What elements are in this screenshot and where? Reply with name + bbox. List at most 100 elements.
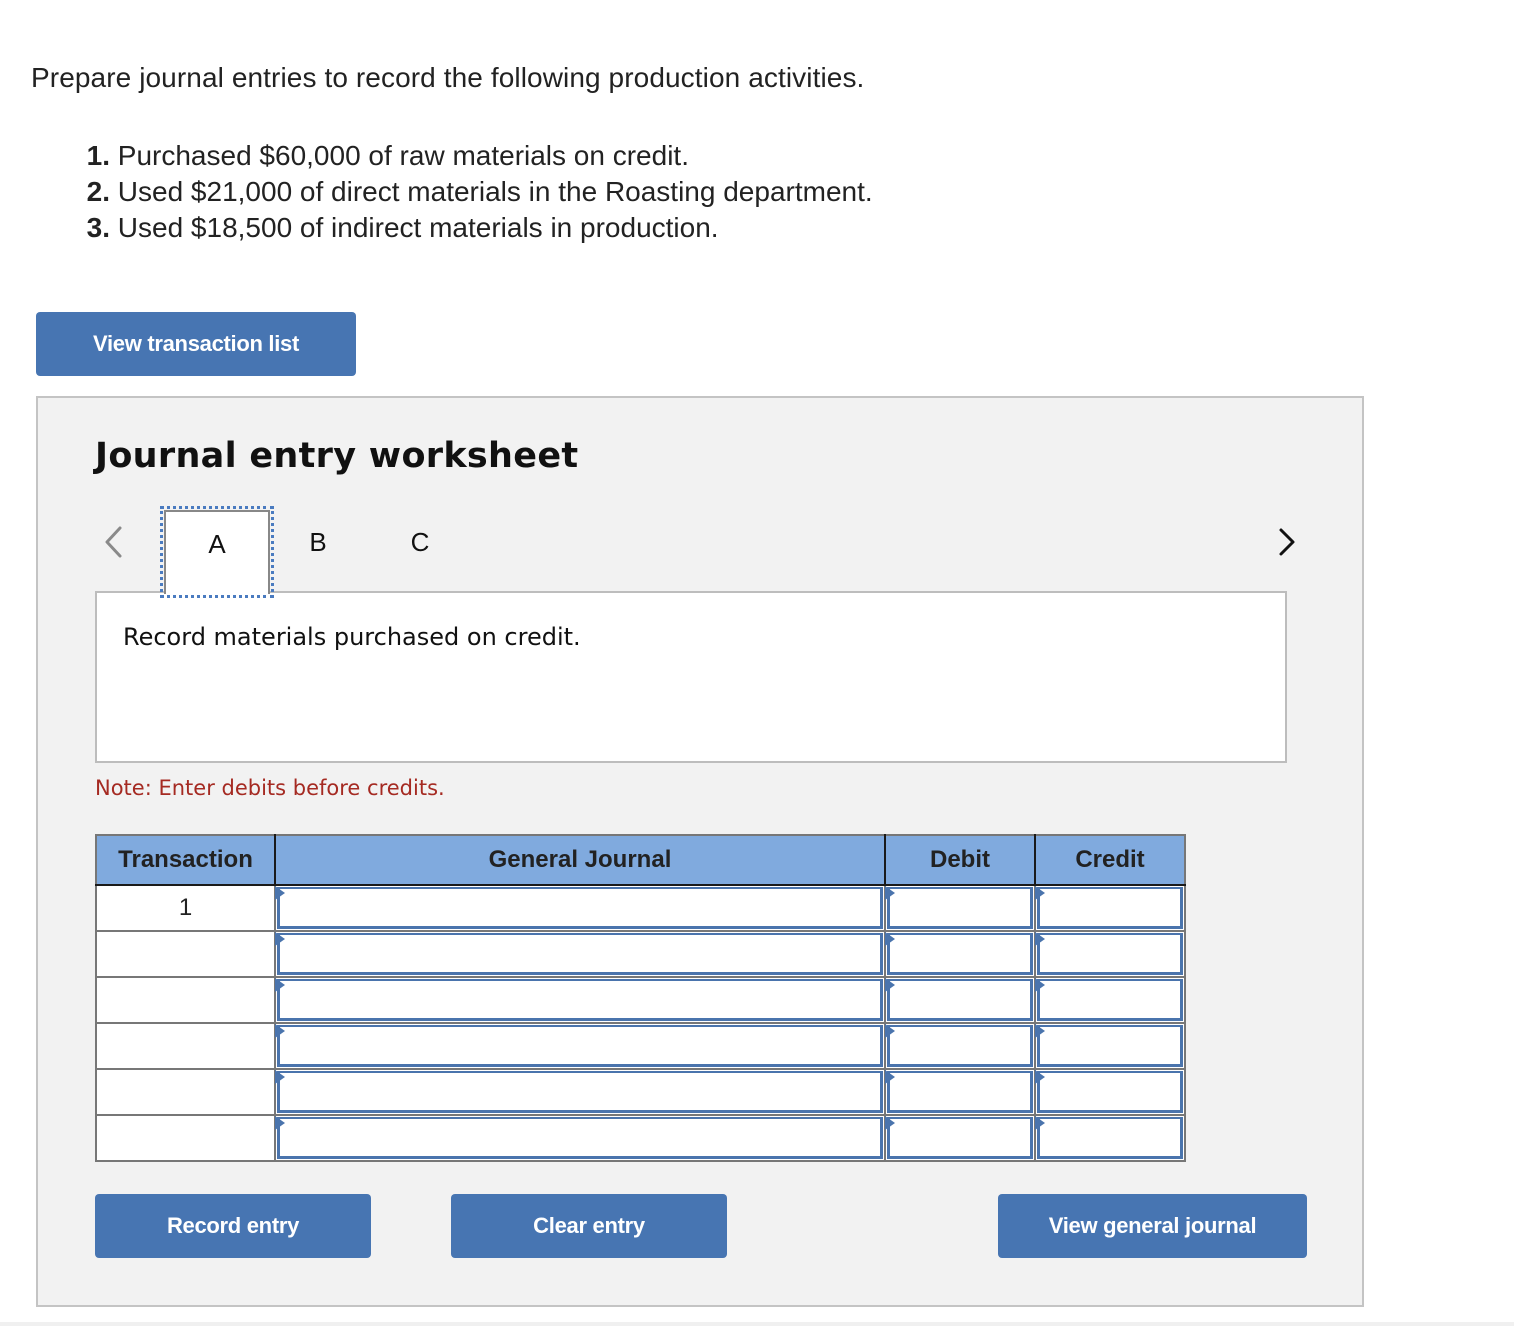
question-prompt: Prepare journal entries to record the fo…: [31, 62, 865, 93]
table-row: [95, 976, 1186, 1024]
debit-input[interactable]: [887, 887, 1033, 929]
debit-cell: [884, 930, 1036, 978]
account-input[interactable]: [277, 979, 883, 1021]
activity-text: Used $18,500 of indirect materials in pr…: [117, 212, 719, 243]
account-input[interactable]: [277, 1071, 883, 1113]
account-cell: [274, 884, 886, 932]
transaction-cell: [95, 1068, 276, 1116]
table-header-row: Transaction General Journal Debit Credit: [95, 834, 1186, 886]
table-row: [95, 1114, 1186, 1162]
clear-entry-button[interactable]: Clear entry: [451, 1194, 727, 1258]
chevron-left-icon: [105, 526, 122, 558]
account-input[interactable]: [277, 1025, 883, 1067]
credit-input[interactable]: [1037, 1117, 1183, 1159]
previous-tab-button[interactable]: [98, 520, 128, 564]
credit-cell: [1034, 976, 1186, 1024]
tab-b[interactable]: B: [268, 510, 368, 592]
transaction-cell: [95, 1022, 276, 1070]
credit-cell: [1034, 884, 1186, 932]
account-input[interactable]: [277, 933, 883, 975]
input-flag-icon: [885, 978, 895, 992]
chevron-right-icon: [1279, 528, 1295, 556]
debit-input[interactable]: [887, 933, 1033, 975]
tab-c[interactable]: C: [370, 510, 470, 592]
input-flag-icon: [1035, 978, 1045, 992]
input-flag-icon: [885, 1024, 895, 1038]
credit-input[interactable]: [1037, 1025, 1183, 1067]
journal-table: Transaction General Journal Debit Credit…: [95, 834, 1186, 1162]
dropdown-flag-icon: [275, 978, 285, 992]
table-row: [95, 1022, 1186, 1070]
entry-note: Note: Enter debits before credits.: [95, 776, 445, 800]
activity-text: Used $21,000 of direct materials in the …: [117, 176, 873, 207]
account-cell: [274, 1068, 886, 1116]
input-flag-icon: [1035, 1024, 1045, 1038]
credit-input[interactable]: [1037, 1071, 1183, 1113]
activity-item: 2. Used $21,000 of direct materials in t…: [74, 174, 873, 210]
worksheet-title: Journal entry worksheet: [95, 436, 579, 476]
activity-number: 3.: [86, 212, 110, 243]
table-row: 1: [95, 884, 1186, 932]
credit-cell: [1034, 930, 1186, 978]
activity-number: 1.: [86, 140, 110, 171]
debit-input[interactable]: [887, 979, 1033, 1021]
tab-label: C: [410, 527, 430, 557]
activity-number: 2.: [86, 176, 110, 207]
journal-entry-worksheet: Journal entry worksheet A B C Record mat…: [36, 396, 1364, 1307]
debit-cell: [884, 1022, 1036, 1070]
debit-cell: [884, 884, 1036, 932]
input-flag-icon: [885, 1116, 895, 1130]
activity-item: 3. Used $18,500 of indirect materials in…: [74, 210, 873, 246]
input-flag-icon: [885, 1070, 895, 1084]
transaction-description: Record materials purchased on credit.: [95, 591, 1287, 763]
account-cell: [274, 976, 886, 1024]
credit-input[interactable]: [1037, 933, 1183, 975]
debit-cell: [884, 976, 1036, 1024]
activity-list: 1. Purchased $60,000 of raw materials on…: [74, 138, 873, 246]
account-cell: [274, 930, 886, 978]
header-credit: Credit: [1034, 834, 1186, 886]
debit-input[interactable]: [887, 1025, 1033, 1067]
credit-cell: [1034, 1022, 1186, 1070]
tab-label: B: [309, 527, 327, 557]
dropdown-flag-icon: [275, 886, 285, 900]
header-general-journal: General Journal: [274, 834, 886, 886]
credit-cell: [1034, 1114, 1186, 1162]
transaction-cell: 1: [95, 884, 276, 932]
debit-cell: [884, 1068, 1036, 1116]
credit-cell: [1034, 1068, 1186, 1116]
view-transaction-list-button[interactable]: View transaction list: [36, 312, 356, 376]
table-row: [95, 1068, 1186, 1116]
record-entry-button[interactable]: Record entry: [95, 1194, 371, 1258]
tab-label: A: [208, 529, 226, 559]
input-flag-icon: [1035, 1116, 1045, 1130]
account-cell: [274, 1022, 886, 1070]
dropdown-flag-icon: [275, 1070, 285, 1084]
header-debit: Debit: [884, 834, 1036, 886]
debit-input[interactable]: [887, 1117, 1033, 1159]
input-flag-icon: [885, 886, 895, 900]
input-flag-icon: [885, 932, 895, 946]
tab-a[interactable]: A: [160, 506, 274, 598]
next-tab-button[interactable]: [1272, 520, 1302, 564]
page-bottom-divider: [0, 1322, 1514, 1326]
activity-item: 1. Purchased $60,000 of raw materials on…: [74, 138, 873, 174]
account-input[interactable]: [277, 887, 883, 929]
account-cell: [274, 1114, 886, 1162]
activity-text: Purchased $60,000 of raw materials on cr…: [117, 140, 689, 171]
table-row: [95, 930, 1186, 978]
debit-input[interactable]: [887, 1071, 1033, 1113]
credit-input[interactable]: [1037, 979, 1183, 1021]
dropdown-flag-icon: [275, 932, 285, 946]
description-text: Record materials purchased on credit.: [123, 623, 581, 651]
transaction-cell: [95, 930, 276, 978]
view-general-journal-button[interactable]: View general journal: [998, 1194, 1307, 1258]
input-flag-icon: [1035, 886, 1045, 900]
input-flag-icon: [1035, 1070, 1045, 1084]
dropdown-flag-icon: [275, 1116, 285, 1130]
account-input[interactable]: [277, 1117, 883, 1159]
credit-input[interactable]: [1037, 887, 1183, 929]
dropdown-flag-icon: [275, 1024, 285, 1038]
transaction-cell: [95, 976, 276, 1024]
header-transaction: Transaction: [95, 834, 276, 886]
